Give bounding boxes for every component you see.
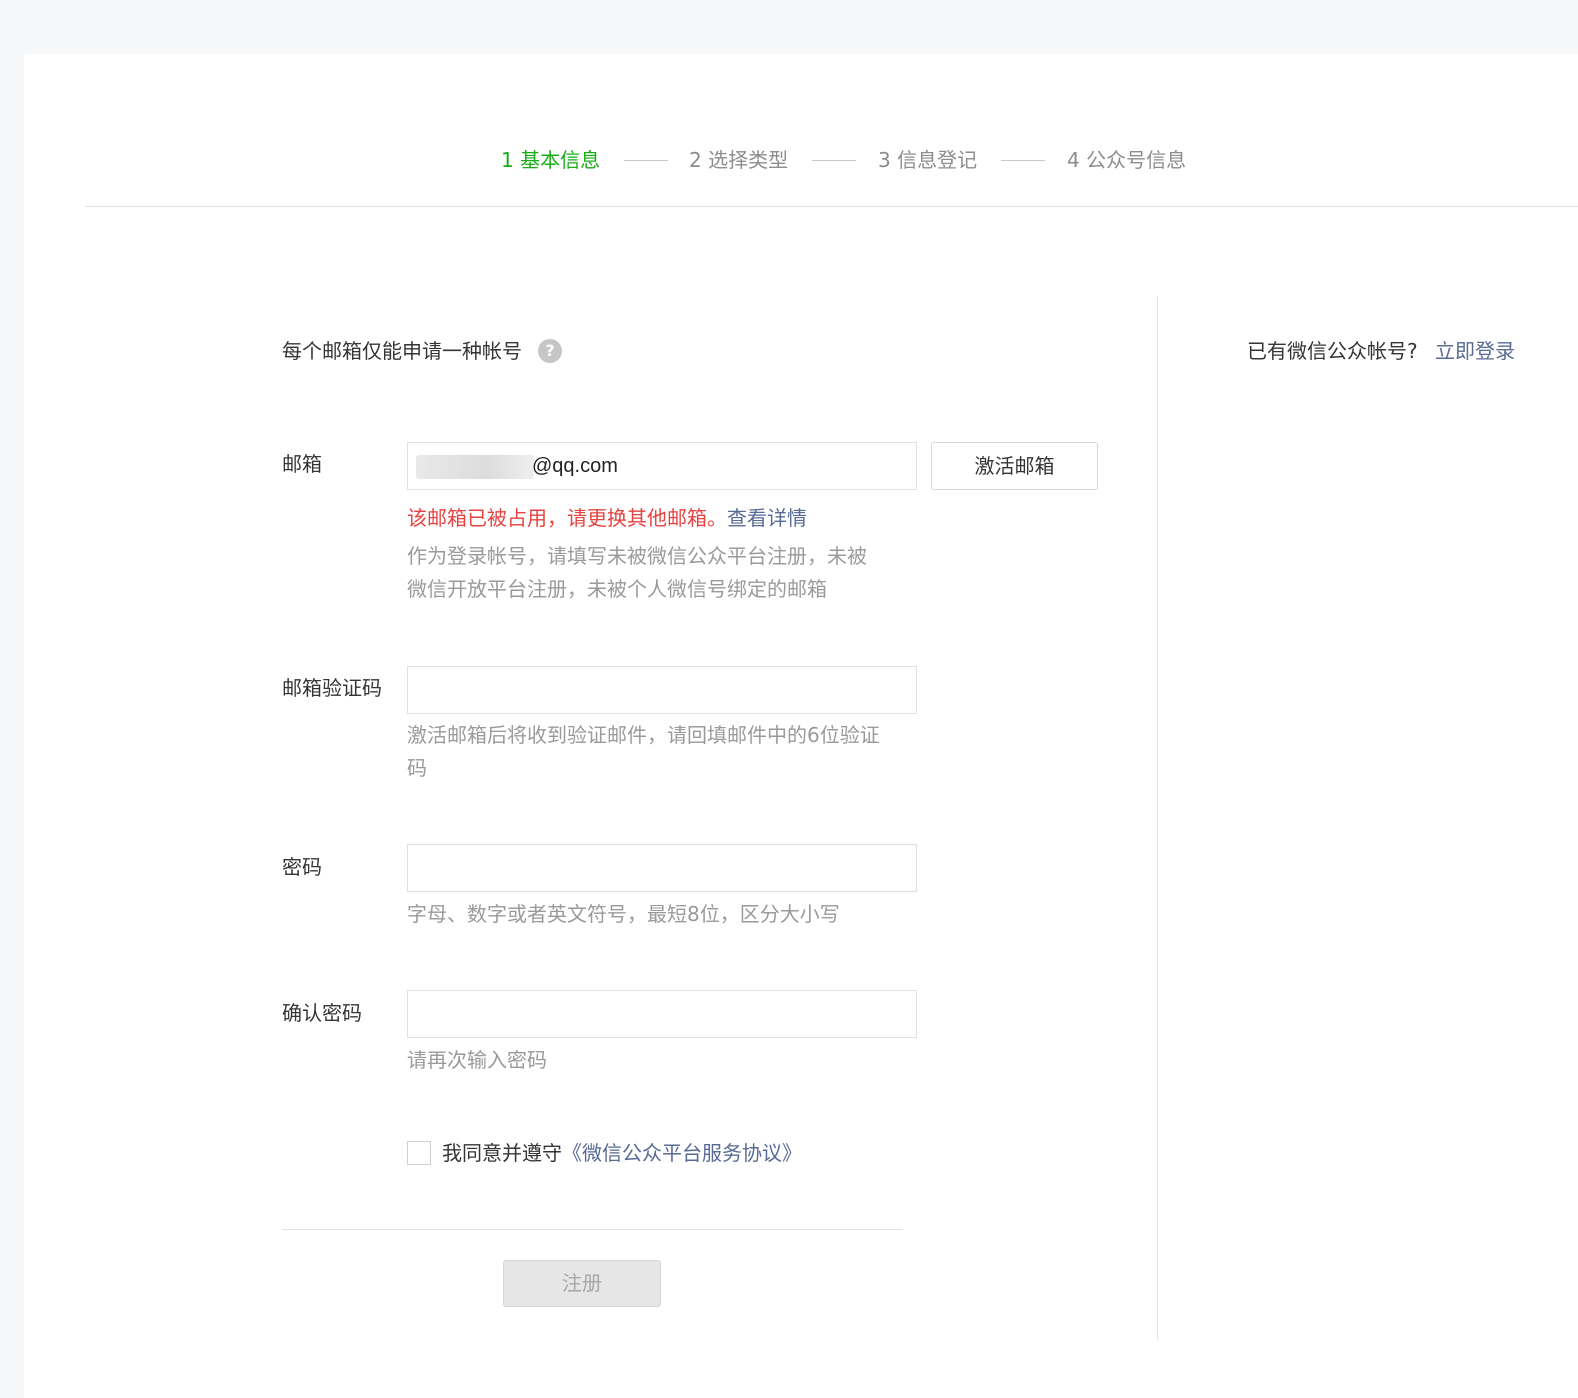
form-divider [282,1229,903,1230]
email-error-text: 该邮箱已被占用，请更换其他邮箱。 [407,506,727,530]
agreement-checkbox[interactable] [407,1141,431,1165]
step-account-info: 4 公众号信息 [1067,148,1187,172]
step-info-register: 3 信息登记 [878,148,978,172]
agreement-text: 我同意并遵守 [442,1141,562,1165]
confirm-password-tip: 请再次输入密码 [407,1048,547,1072]
activate-email-button[interactable]: 激活邮箱 [931,442,1098,490]
step-connector [624,160,668,161]
verification-code-field[interactable] [407,666,917,714]
step-basic-info: 1 基本信息 [501,148,601,172]
password-field[interactable] [407,844,917,892]
step-select-type: 2 选择类型 [689,148,789,172]
register-button[interactable]: 注册 [503,1260,661,1307]
email-error: 该邮箱已被占用，请更换其他邮箱。查看详情 [407,504,807,532]
step-connector [812,160,856,161]
email-field[interactable]: @qq.com [407,442,917,490]
code-label: 邮箱验证码 [282,676,382,700]
password-tip: 字母、数字或者英文符号，最短8位，区分大小写 [407,902,840,926]
has-account-text: 已有微信公众帐号? [1247,339,1418,363]
notice-text: 每个邮箱仅能申请一种帐号 [282,339,522,363]
confirm-password-label: 确认密码 [282,1001,362,1025]
email-value: @qq.com [532,455,618,477]
service-agreement-link[interactable]: 《微信公众平台服务协议》 [562,1141,802,1165]
password-label: 密码 [282,855,322,879]
step-connector [1001,160,1045,161]
agreement: 我同意并遵守《微信公众平台服务协议》 [442,1139,802,1167]
login-link[interactable]: 立即登录 [1435,337,1515,365]
code-tip: 激活邮箱后将收到验证邮件，请回填邮件中的6位验证码 [407,723,880,780]
column-divider [1157,296,1158,1340]
steps-divider [85,206,1578,207]
question-circle-icon[interactable]: ? [538,339,562,363]
confirm-password-field[interactable] [407,990,917,1038]
view-details-link[interactable]: 查看详情 [727,506,807,530]
email-tip: 作为登录帐号，请填写未被微信公众平台注册，未被微信开放平台注册，未被个人微信号绑… [407,544,867,601]
redacted-email-prefix [416,455,534,479]
email-label: 邮箱 [282,452,322,476]
